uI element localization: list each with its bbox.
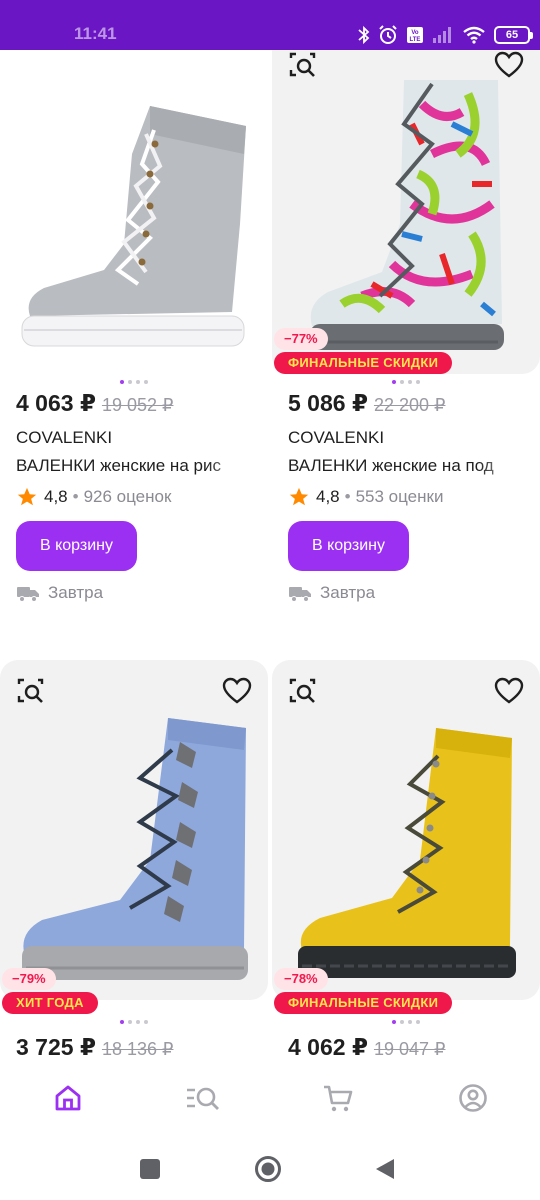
price-row: 4 063 ₽19 052 ₽ bbox=[16, 390, 173, 417]
product-card[interactable]: −77% ФИНАЛЬНЫЕ СКИДКИ 5 086 ₽22 200 ₽ CO… bbox=[272, 50, 540, 634]
image-search-icon bbox=[289, 678, 316, 703]
price: 4 062 ₽ bbox=[288, 1034, 368, 1058]
image-search-icon bbox=[289, 52, 316, 77]
price-row: 5 086 ₽22 200 ₽ bbox=[288, 390, 445, 417]
brand-name: COVALENKI bbox=[288, 428, 385, 447]
delivery-info: Завтра bbox=[16, 583, 103, 603]
heart-icon bbox=[494, 51, 524, 78]
old-price: 22 200 ₽ bbox=[373, 395, 446, 415]
boot-image bbox=[310, 80, 504, 350]
add-to-cart-button[interactable]: В корзину bbox=[16, 521, 137, 571]
bluetooth-icon bbox=[358, 25, 370, 45]
nav-home[interactable] bbox=[38, 1068, 98, 1128]
old-price: 19 047 ₽ bbox=[373, 1039, 446, 1058]
square-icon bbox=[140, 1159, 160, 1179]
profile-icon bbox=[458, 1084, 487, 1112]
system-navigation-bar bbox=[0, 1138, 540, 1200]
circle-icon bbox=[255, 1156, 281, 1182]
product-image[interactable] bbox=[272, 660, 540, 1000]
status-bar: 11:41 Vo LTE 65 bbox=[0, 0, 540, 50]
image-pager-dots bbox=[0, 380, 268, 384]
image-pager-dots bbox=[0, 1020, 268, 1024]
product-grid[interactable]: 4 063 ₽19 052 ₽ COVALENKI ВАЛЕНКИ женски… bbox=[0, 50, 540, 1058]
product-image[interactable] bbox=[272, 50, 540, 374]
delivery-text: Завтра bbox=[48, 583, 104, 602]
favorite-button[interactable] bbox=[492, 50, 526, 82]
back-triangle-icon bbox=[376, 1159, 394, 1179]
back-button[interactable] bbox=[370, 1154, 400, 1184]
star-icon bbox=[17, 487, 37, 506]
price-row: 4 062 ₽ 19 047 ₽ bbox=[288, 1034, 445, 1058]
boot-image bbox=[21, 106, 246, 347]
nav-profile[interactable] bbox=[443, 1068, 503, 1128]
product-card[interactable]: 4 063 ₽19 052 ₽ COVALENKI ВАЛЕНКИ женски… bbox=[0, 50, 268, 634]
recents-button[interactable] bbox=[135, 1154, 165, 1184]
catalog-search-icon bbox=[186, 1087, 219, 1110]
find-similar-button[interactable] bbox=[14, 674, 48, 708]
promo-badge: ХИТ ГОДА bbox=[2, 992, 98, 1014]
cart-icon bbox=[323, 1085, 352, 1112]
heart-icon bbox=[222, 677, 252, 704]
price-row: 3 725 ₽ 18 136 ₽ bbox=[16, 1034, 173, 1058]
reviews-count: 553 оценки bbox=[355, 487, 444, 506]
boot-image bbox=[298, 728, 516, 978]
truck-icon bbox=[17, 587, 39, 602]
product-card[interactable]: −78% ФИНАЛЬНЫЕ СКИДКИ 4 062 ₽ 19 047 ₽ bbox=[272, 660, 540, 1058]
discount-label: −78% bbox=[274, 968, 328, 990]
image-pager-dots bbox=[272, 1020, 540, 1024]
heart-icon bbox=[494, 677, 524, 704]
rating-value: 4,8 bbox=[44, 487, 68, 506]
alarm-icon bbox=[379, 25, 397, 44]
favorite-button[interactable] bbox=[220, 674, 254, 708]
product-title[interactable]: ВАЛЕНКИ женские на рис bbox=[16, 456, 254, 476]
find-similar-button[interactable] bbox=[286, 674, 320, 708]
rating-separator: • bbox=[72, 487, 79, 506]
brand-name: COVALENKI bbox=[16, 428, 113, 447]
favorite-button[interactable] bbox=[492, 674, 526, 708]
battery-icon: 65 bbox=[494, 26, 533, 44]
home-icon bbox=[55, 1085, 80, 1111]
bottom-navigation bbox=[0, 1058, 540, 1138]
delivery-info: Завтра bbox=[288, 583, 375, 603]
rating-row: 4,8 • 553 оценки bbox=[288, 486, 443, 508]
status-icons: Vo LTE 65 bbox=[358, 24, 533, 46]
nav-cart[interactable] bbox=[308, 1068, 368, 1128]
promo-badge: ФИНАЛЬНЫЕ СКИДКИ bbox=[274, 352, 453, 374]
price: 5 086 ₽ bbox=[288, 390, 368, 416]
reviews-count: 926 оценок bbox=[83, 487, 172, 506]
add-to-cart-button[interactable]: В корзину bbox=[288, 521, 409, 571]
image-search-icon bbox=[17, 678, 44, 703]
svg-text:Vo: Vo bbox=[411, 30, 419, 36]
rating-row: 4,8 • 926 оценок bbox=[16, 486, 171, 508]
home-system-button[interactable] bbox=[253, 1154, 283, 1184]
find-similar-button[interactable] bbox=[286, 50, 320, 82]
discount-label: −77% bbox=[274, 328, 328, 350]
svg-text:LTE: LTE bbox=[410, 37, 421, 43]
product-image[interactable] bbox=[0, 660, 268, 1000]
product-image[interactable] bbox=[0, 50, 268, 374]
image-pager-dots bbox=[272, 380, 540, 384]
volte-icon: VoLTE bbox=[407, 27, 423, 43]
rating-separator: • bbox=[344, 487, 351, 506]
truck-icon bbox=[289, 587, 311, 602]
rating-value: 4,8 bbox=[316, 487, 340, 506]
status-time: 11:41 bbox=[74, 24, 117, 43]
delivery-text: Завтра bbox=[320, 583, 376, 602]
discount-label: −79% bbox=[2, 968, 56, 990]
star-icon bbox=[289, 487, 309, 506]
wifi-icon bbox=[463, 26, 485, 44]
nav-catalog[interactable] bbox=[173, 1068, 233, 1128]
product-card[interactable]: −79% ХИТ ГОДА 3 725 ₽ 18 136 ₽ bbox=[0, 660, 268, 1058]
price: 3 725 ₽ bbox=[16, 1034, 96, 1058]
signal-icon bbox=[433, 27, 451, 43]
boot-image bbox=[22, 718, 248, 980]
old-price: 18 136 ₽ bbox=[101, 1039, 174, 1058]
promo-badge: ФИНАЛЬНЫЕ СКИДКИ bbox=[274, 992, 453, 1014]
product-title[interactable]: ВАЛЕНКИ женские на под bbox=[288, 456, 526, 476]
price: 4 063 ₽ bbox=[16, 390, 96, 416]
old-price: 19 052 ₽ bbox=[101, 395, 174, 415]
